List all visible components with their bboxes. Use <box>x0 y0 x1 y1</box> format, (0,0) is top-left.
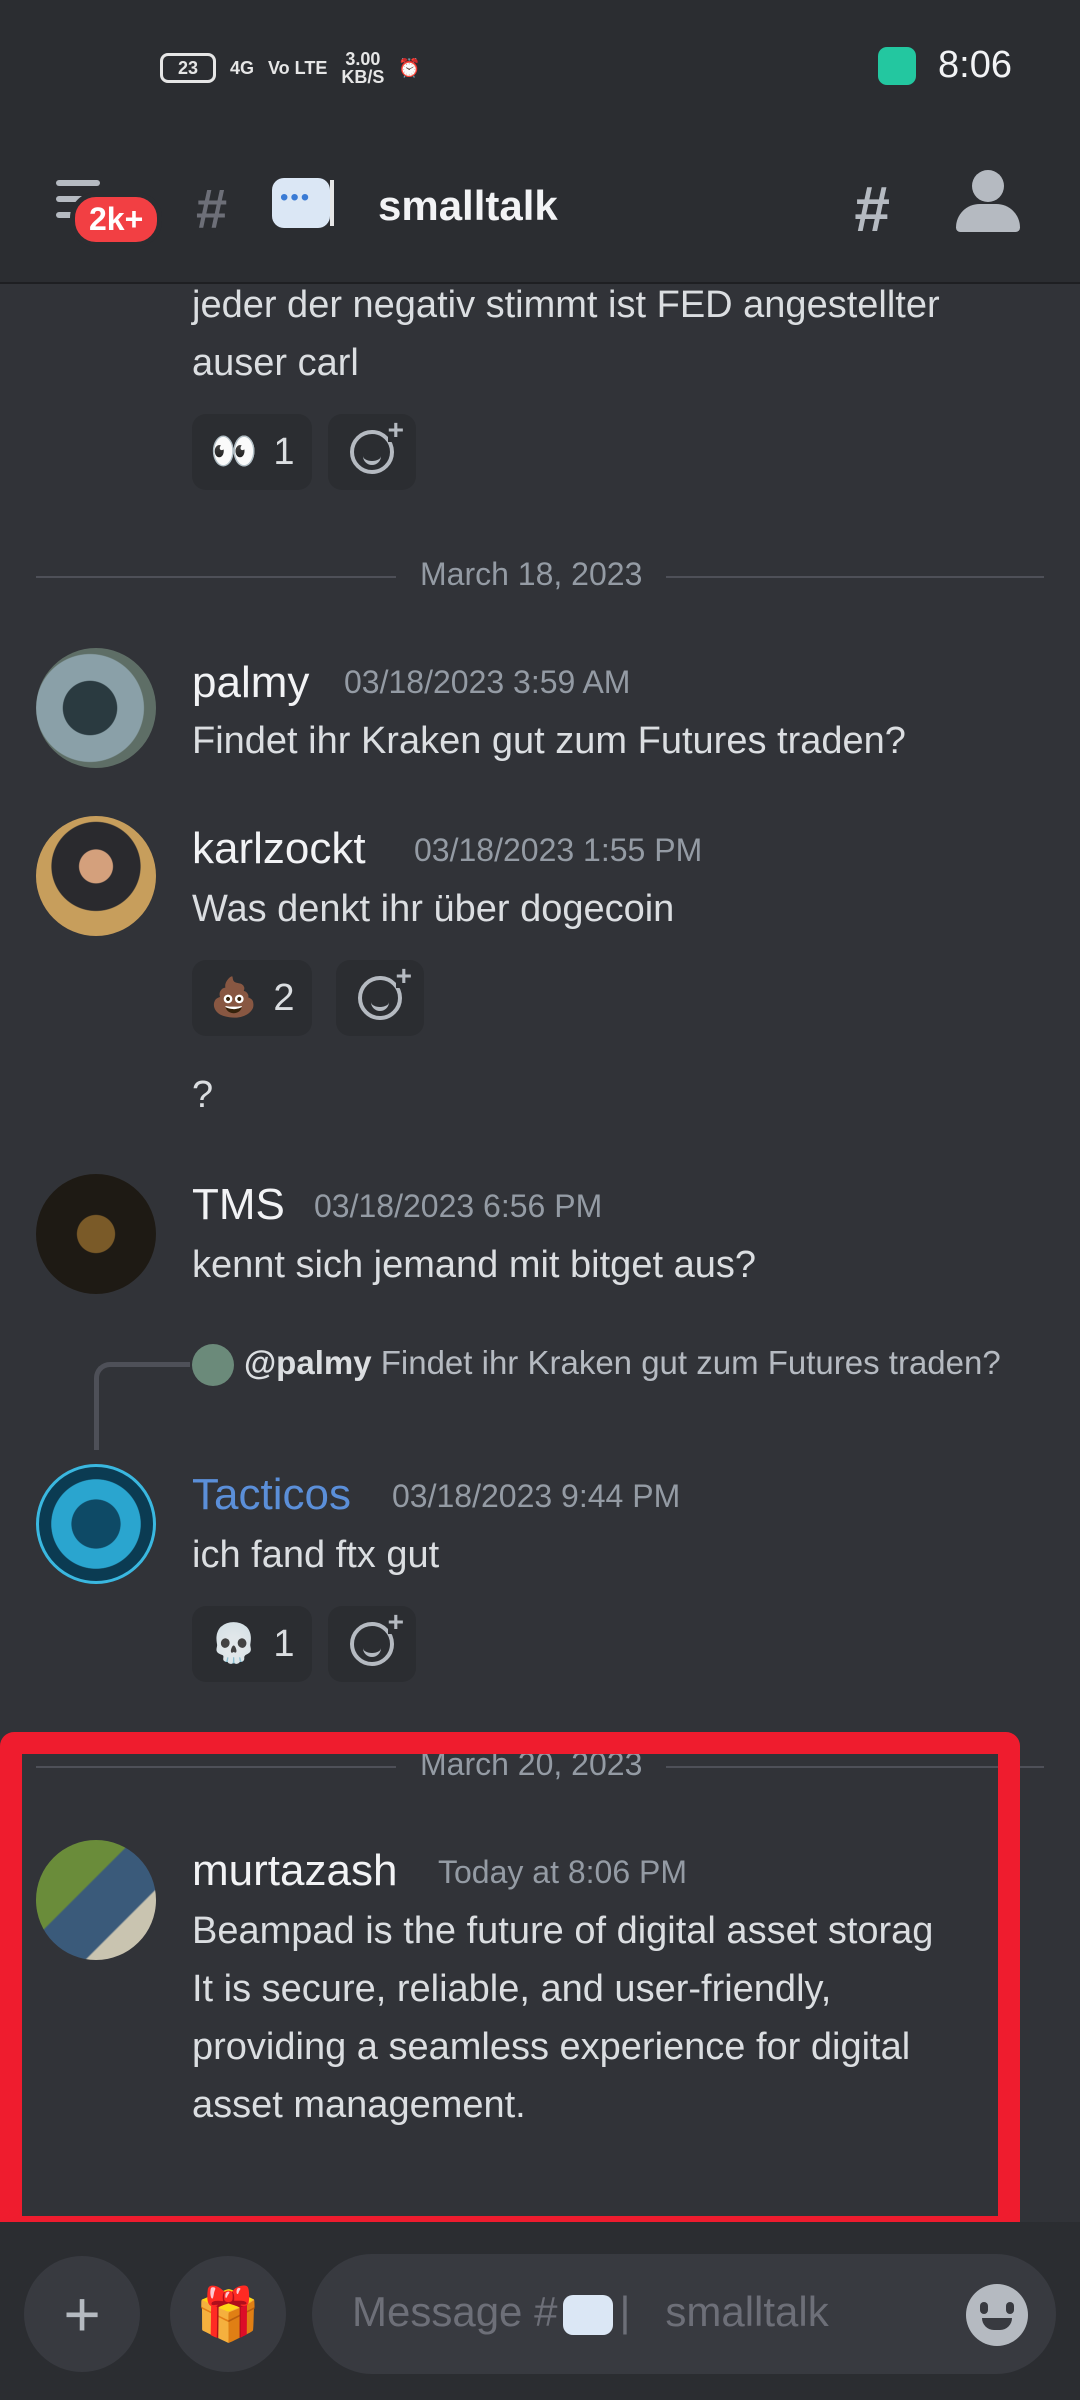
date-divider-label: March 18, 2023 <box>396 556 667 593</box>
speed-indicator: 3.00 KB/S <box>341 50 384 86</box>
app-notification-icon <box>878 46 917 85</box>
add-reaction-button[interactable] <box>336 960 424 1036</box>
highlight-box <box>0 1732 1020 2238</box>
username[interactable]: Tacticos <box>192 1470 351 1520</box>
timestamp: 03/18/2023 3:59 AM <box>344 664 631 700</box>
username[interactable]: karlzockt <box>192 824 366 874</box>
channel-title[interactable]: smalltalk <box>378 182 558 230</box>
clock: 8:06 <box>938 44 1012 86</box>
add-reaction-button[interactable] <box>328 414 416 490</box>
timestamp: 03/18/2023 1:55 PM <box>414 832 703 868</box>
avatar[interactable] <box>36 1464 156 1584</box>
reaction-count: 1 <box>273 1622 295 1665</box>
reaction-count: 2 <box>273 976 295 1019</box>
reaction-skull[interactable]: 💀 1 <box>192 1606 313 1682</box>
gift-icon: 🎁 <box>195 2285 261 2344</box>
eyes-emoji-icon: 👀 <box>210 431 258 473</box>
separator <box>330 180 334 226</box>
channel-header: 2k+ # smalltalk # <box>0 140 1080 284</box>
volte-icon: Vo LTE <box>268 58 328 78</box>
speech-bubble-icon <box>563 2294 614 2335</box>
unread-badge[interactable]: 2k+ <box>70 192 163 247</box>
add-reaction-button[interactable] <box>328 1606 416 1682</box>
speed-unit: KB/S <box>341 67 385 87</box>
username[interactable]: palmy <box>192 658 309 708</box>
message-text: ? <box>192 1074 214 1116</box>
threads-icon[interactable]: # <box>854 172 890 246</box>
poop-emoji-icon: 💩 <box>210 977 258 1019</box>
message-input[interactable]: Message # | smalltalk <box>312 2254 1056 2374</box>
timestamp: 03/18/2023 6:56 PM <box>314 1188 603 1224</box>
avatar[interactable] <box>36 1174 156 1294</box>
channel-hash-warning-icon: # <box>196 177 228 240</box>
placeholder-channel: smalltalk <box>665 2288 829 2335</box>
speed-value: 3.00 <box>345 49 381 69</box>
timestamp: 03/18/2023 9:44 PM <box>392 1478 681 1514</box>
status-icons-left: 23 4G Vo LTE 3.00 KB/S ⏰ <box>160 50 421 86</box>
reply-avatar <box>192 1344 234 1387</box>
message-text: Findet ihr Kraken gut zum Futures traden… <box>192 720 906 762</box>
speech-bubble-icon <box>272 178 330 228</box>
reply-preview[interactable]: @palmy Findet ihr Kraken gut zum Futures… <box>192 1338 1012 1388</box>
message-text: ich fand ftx gut <box>192 1534 440 1576</box>
reply-connector <box>94 1362 190 1450</box>
add-reaction-icon <box>358 964 412 1020</box>
reply-mention[interactable]: @palmy <box>244 1344 372 1381</box>
username[interactable]: TMS <box>192 1180 285 1230</box>
message-text: kennt sich jemand mit bitget aus? <box>192 1244 756 1286</box>
members-icon[interactable] <box>956 170 1026 234</box>
reply-snippet: Findet ihr Kraken gut zum Futures traden… <box>380 1344 1001 1381</box>
network-icon: 4G <box>230 58 255 78</box>
status-bar: 23 4G Vo LTE 3.00 KB/S ⏰ 8:06 <box>0 0 1080 140</box>
message-placeholder: Message # | smalltalk <box>352 2288 829 2335</box>
reaction-count: 1 <box>273 430 295 473</box>
skull-emoji-icon: 💀 <box>210 1623 258 1665</box>
message-text-line: auser carl <box>192 342 359 384</box>
add-reaction-icon <box>350 1610 404 1666</box>
message-text-line: jeder der negativ stimmt ist FED angeste… <box>192 286 940 326</box>
message-text: Was denkt ihr über dogecoin <box>192 888 675 930</box>
battery-icon: 23 <box>160 53 216 83</box>
message-composer: + 🎁 Message # | smalltalk <box>0 2222 1080 2400</box>
placeholder-prefix: Message # <box>352 2288 558 2335</box>
alarm-icon: ⏰ <box>398 58 421 78</box>
reaction-eyes[interactable]: 👀 1 <box>192 414 313 490</box>
plus-icon: + <box>63 2278 101 2350</box>
battery-level: 23 <box>177 57 199 78</box>
avatar[interactable] <box>36 816 156 936</box>
avatar[interactable] <box>36 648 156 768</box>
emoji-picker-icon[interactable] <box>966 2284 1028 2346</box>
add-attachment-button[interactable]: + <box>24 2256 140 2372</box>
add-reaction-icon <box>350 418 404 474</box>
reaction-poop[interactable]: 💩 2 <box>192 960 313 1036</box>
gift-button[interactable]: 🎁 <box>170 2256 286 2372</box>
status-icons-right: 8:06 <box>878 44 1012 87</box>
